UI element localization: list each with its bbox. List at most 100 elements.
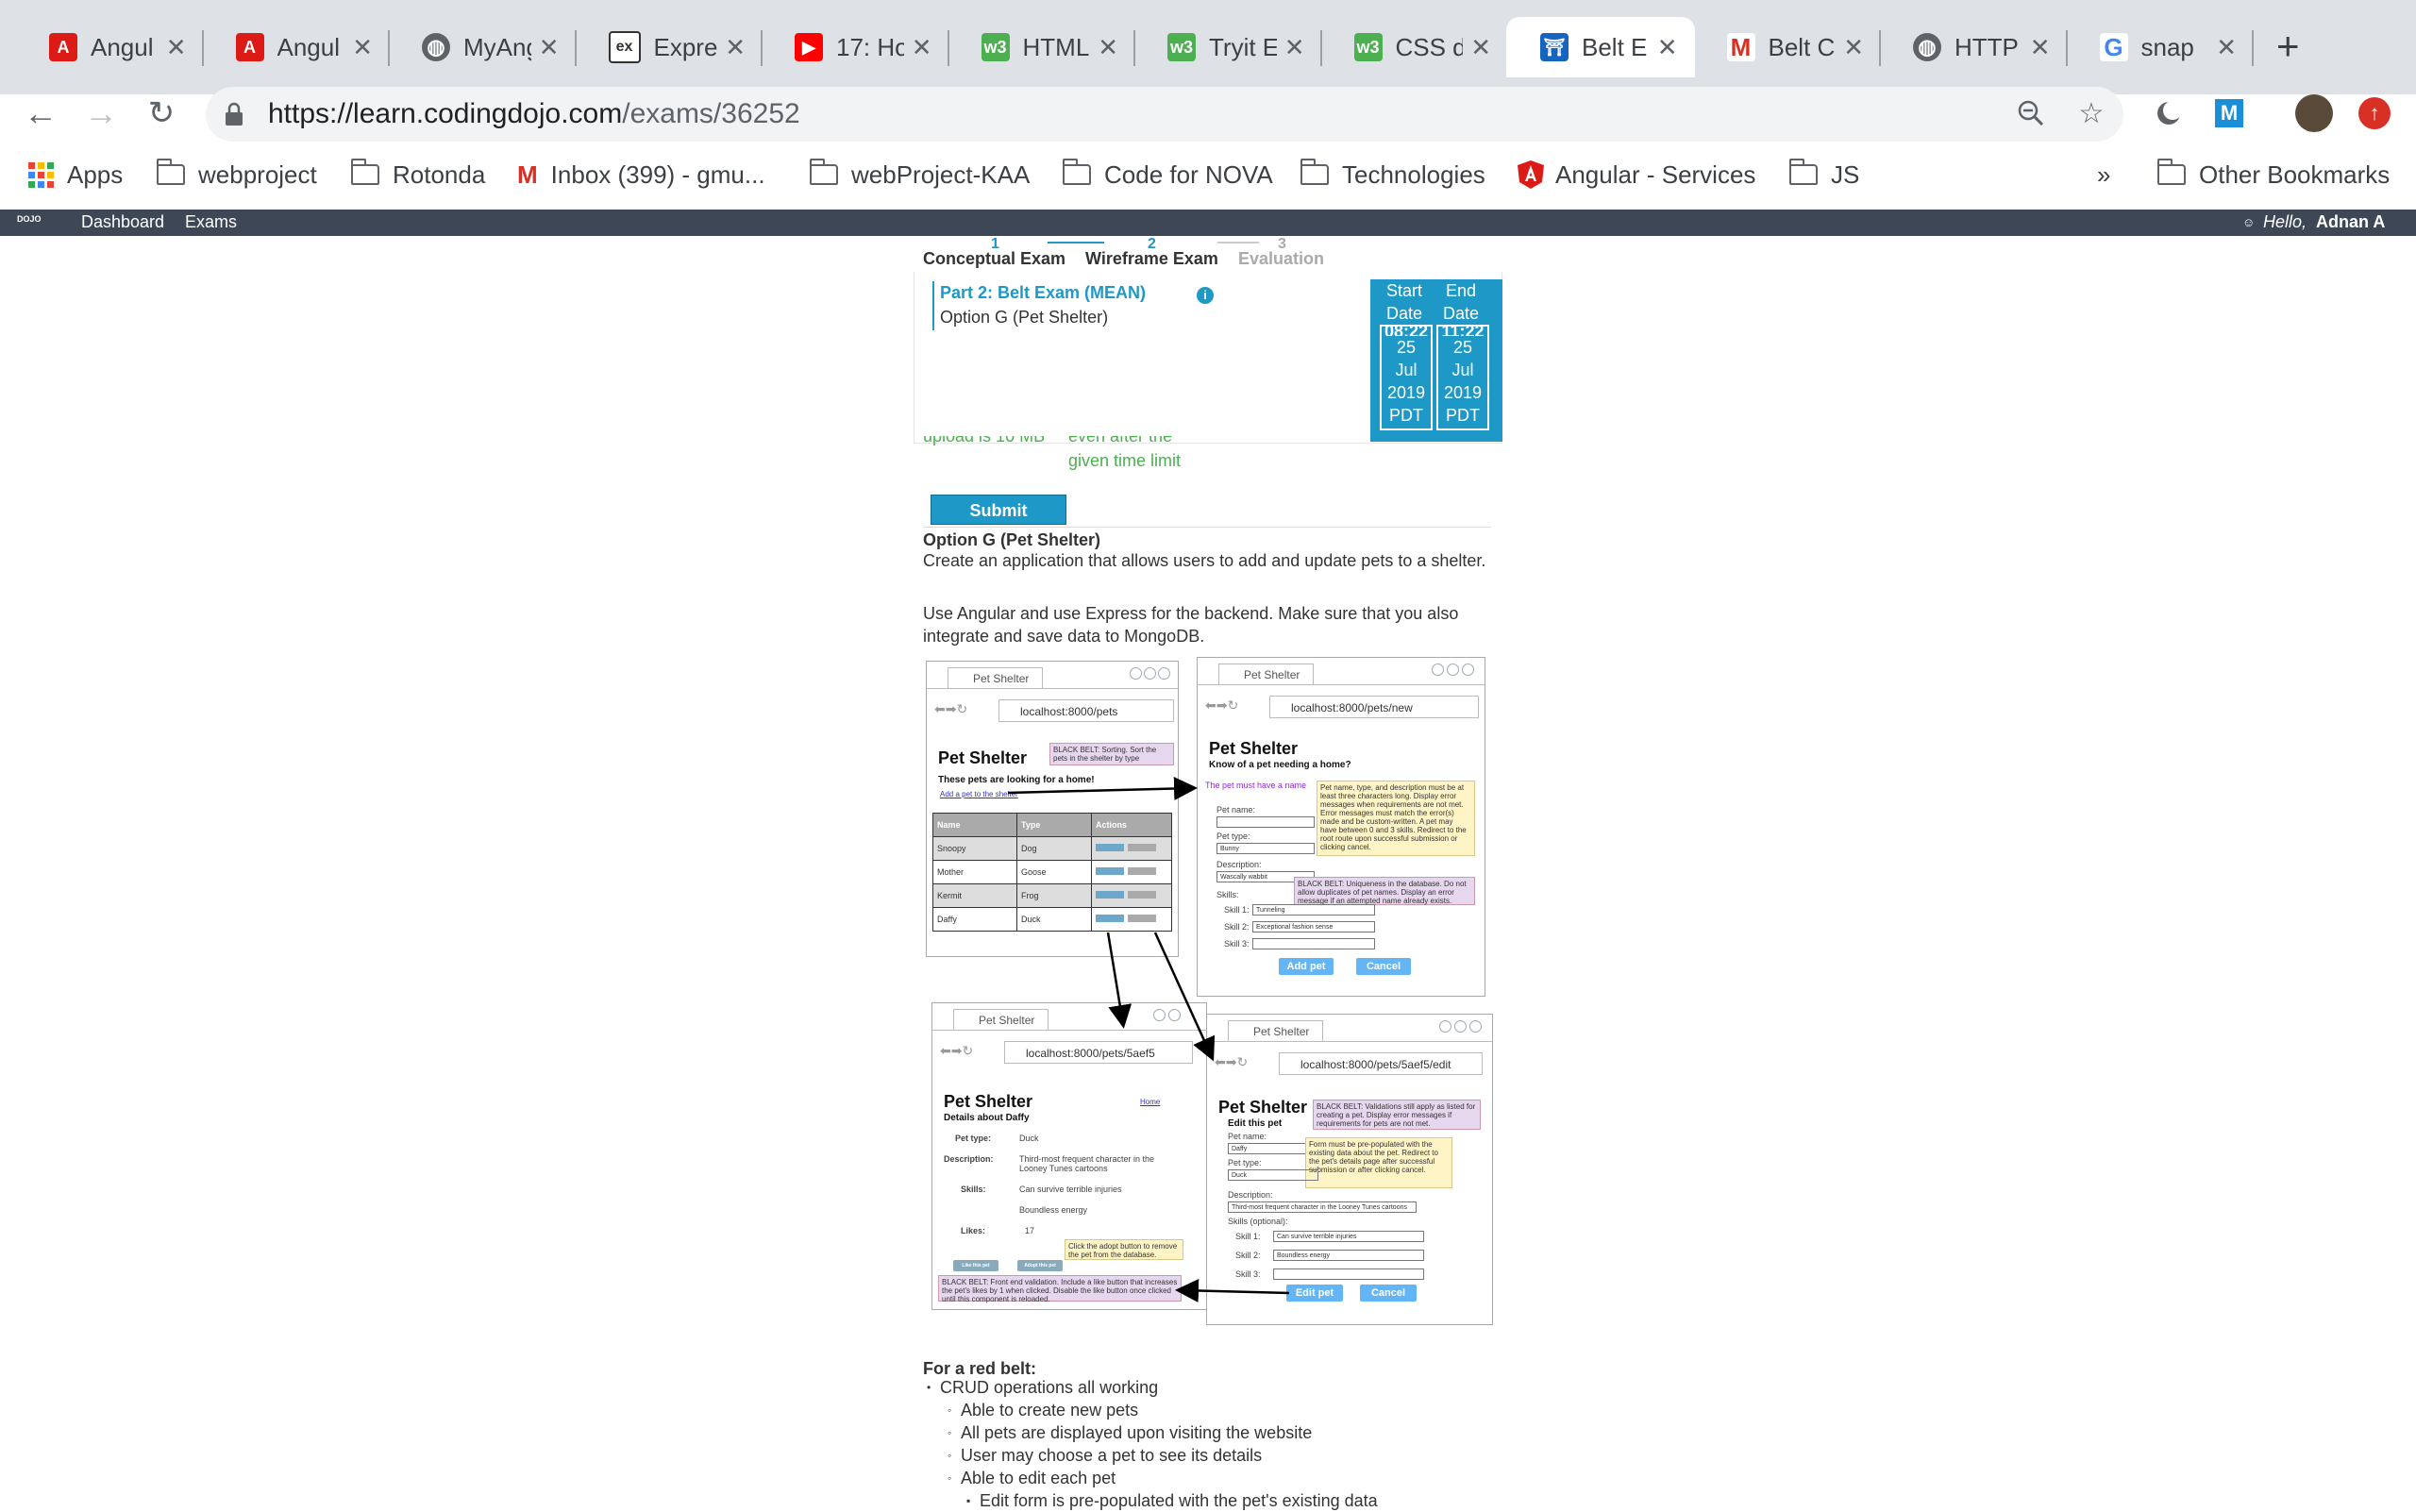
browser-tab[interactable]: ▶ 17: Ho ✕	[761, 17, 949, 77]
angular-icon: A	[49, 33, 77, 61]
w3schools-icon: w3	[1353, 33, 1383, 61]
close-icon[interactable]: ✕	[2030, 33, 2051, 62]
bookmark-item[interactable]: Technologies	[1300, 156, 1485, 193]
dark-mode-extension-icon[interactable]	[2148, 92, 2190, 134]
nav-exams[interactable]: Exams	[185, 212, 237, 232]
bookmark-item[interactable]: Apps	[28, 156, 123, 193]
express-icon: ex	[608, 31, 641, 63]
bookmark-star-icon[interactable]: ☆	[2071, 92, 2112, 134]
browser-tab[interactable]: Gsnap ✕	[2066, 17, 2255, 77]
folder-icon	[156, 159, 185, 185]
bullet-marker: ◦	[948, 1471, 952, 1485]
user-name[interactable]: Adnan A	[2316, 212, 2385, 232]
option-heading: Option G (Pet Shelter)	[923, 530, 1101, 549]
tab-label: Angul	[277, 32, 341, 61]
greeting: Hello,	[2263, 212, 2307, 231]
time-note-clip: even after the	[1068, 436, 1219, 447]
forward-button[interactable]: →	[77, 90, 125, 137]
submit-button[interactable]: Submit	[931, 495, 1066, 525]
step-connector	[1048, 242, 1104, 244]
bookmarks-overflow-button[interactable]: »	[2097, 156, 2110, 193]
browser-tab[interactable]: w3 CSS d ✕	[1320, 17, 1509, 77]
codingdojo-icon: ⛩	[1540, 33, 1569, 61]
info-icon[interactable]: i	[1197, 287, 1214, 304]
bookmark-item[interactable]: webProject-KAA	[809, 156, 1030, 193]
close-icon[interactable]: ✕	[2216, 33, 2237, 62]
bookmark-item[interactable]: Rotonda	[350, 156, 486, 193]
part-marker	[932, 281, 934, 330]
reload-button[interactable]: ↻	[138, 90, 185, 137]
other-bookmarks[interactable]: Other Bookmarks	[2156, 156, 2391, 193]
url-text[interactable]: https://learn.codingdojo.com/exams/36252	[268, 95, 800, 133]
bookmark-label: Rotonda	[393, 160, 486, 189]
tab-separator	[2252, 30, 2254, 66]
nav-dashboard[interactable]: Dashboard	[81, 212, 164, 232]
tab-label: MyAng	[463, 32, 531, 61]
apps-grid-icon	[28, 161, 54, 188]
step-evaluation: Evaluation	[1238, 249, 1325, 268]
browser-tab[interactable]: ⛩ Belt E ✕	[1506, 17, 1695, 77]
exam-option-title: Option G (Pet Shelter)	[940, 308, 1109, 327]
bookmark-label: Code for NOVA	[1104, 160, 1273, 189]
browser-tab[interactable]: M Belt C ✕	[1693, 17, 1882, 77]
close-icon[interactable]: ✕	[166, 33, 187, 62]
step-wireframe-exam[interactable]: Wireframe Exam	[1085, 249, 1218, 269]
close-icon[interactable]: ✕	[352, 33, 373, 62]
bookmark-item[interactable]: Code for NOVA	[1062, 156, 1273, 193]
requirement-item: CRUD operations all working	[940, 1378, 1159, 1397]
close-icon[interactable]: ✕	[1284, 33, 1305, 62]
back-button[interactable]: ←	[17, 90, 64, 137]
start-date-value: 08:22 25 Jul 2019 PDT	[1380, 325, 1433, 430]
tab-label: Angul	[91, 32, 154, 61]
bookmark-item[interactable]: JS	[1788, 156, 1859, 193]
google-icon: G	[2099, 33, 2128, 61]
new-tab-button[interactable]: +	[2276, 25, 2300, 68]
browser-tab[interactable]: w3 HTML ✕	[948, 17, 1136, 77]
tab-label: snap	[2140, 32, 2194, 61]
browser-tab[interactable]: A Angul ✕	[202, 17, 391, 77]
exam-dates-box: Start Date End Date 08:22 25 Jul 2019 PDT 11:…	[1370, 279, 1502, 442]
bookmark-item[interactable]: Angular - Services	[1518, 156, 1755, 193]
w3schools-icon: w3	[981, 33, 1010, 61]
update-icon[interactable]: ↑	[2354, 92, 2395, 134]
description-2: Use Angular and use Express for the back…	[923, 604, 1459, 646]
folder-icon	[350, 159, 379, 185]
zoom-icon[interactable]	[2010, 92, 2052, 134]
bullet-marker: ◦	[948, 1426, 952, 1439]
bookmark-item[interactable]: M Inbox (399) - gmu...	[517, 156, 765, 193]
browser-tab[interactable]: ex Expre ✕	[575, 17, 763, 77]
extension-m-icon[interactable]: M	[2208, 92, 2250, 134]
end-date-header: End Date	[1442, 281, 1480, 323]
tab-label: Belt E	[1582, 32, 1648, 61]
divider	[923, 527, 1491, 528]
wireframe-flow-arrows	[1007, 777, 1290, 1303]
end-date-value: 11:22 25 Jul 2019 PDT	[1436, 325, 1489, 430]
angular-icon	[1518, 160, 1544, 189]
angular-icon: A	[235, 33, 264, 61]
requirement-item: All pets are displayed upon visiting the…	[961, 1423, 1313, 1442]
close-icon[interactable]: ✕	[725, 33, 746, 62]
start-date-header: Start Date	[1385, 281, 1423, 323]
close-icon[interactable]: ✕	[1843, 33, 1864, 62]
profile-avatar[interactable]	[2293, 92, 2335, 134]
lock-icon	[226, 102, 243, 126]
bookmark-item[interactable]: webproject	[156, 156, 317, 193]
folder-icon	[809, 159, 838, 185]
requirement-item: Able to edit each pet	[961, 1469, 1116, 1487]
browser-tab[interactable]: w3 Tryit E ✕	[1133, 17, 1322, 77]
arrow-edit-to-details	[1175, 1279, 1290, 1303]
step-conceptual-exam[interactable]: Conceptual Exam	[923, 249, 1065, 269]
browser-tab[interactable]: A Angul ✕	[15, 17, 204, 77]
browser-tab[interactable]: ◍ MyAng ✕	[388, 17, 577, 77]
close-icon[interactable]: ✕	[1657, 33, 1678, 62]
browser-tab[interactable]: ◍ HTTP ✕	[1879, 17, 2068, 77]
close-icon[interactable]: ✕	[912, 33, 932, 62]
globe-icon: ◍	[1913, 33, 1941, 61]
exam-part-title: Part 2: Belt Exam (MEAN)	[940, 283, 1147, 302]
close-icon[interactable]: ✕	[1098, 33, 1118, 62]
other-bookmarks-label: Other Bookmarks	[2199, 160, 2391, 189]
folder-icon	[1300, 159, 1329, 185]
codingdojo-logo[interactable]: DOJO	[17, 214, 42, 224]
close-icon[interactable]: ✕	[1470, 33, 1491, 62]
close-icon[interactable]: ✕	[539, 33, 560, 62]
